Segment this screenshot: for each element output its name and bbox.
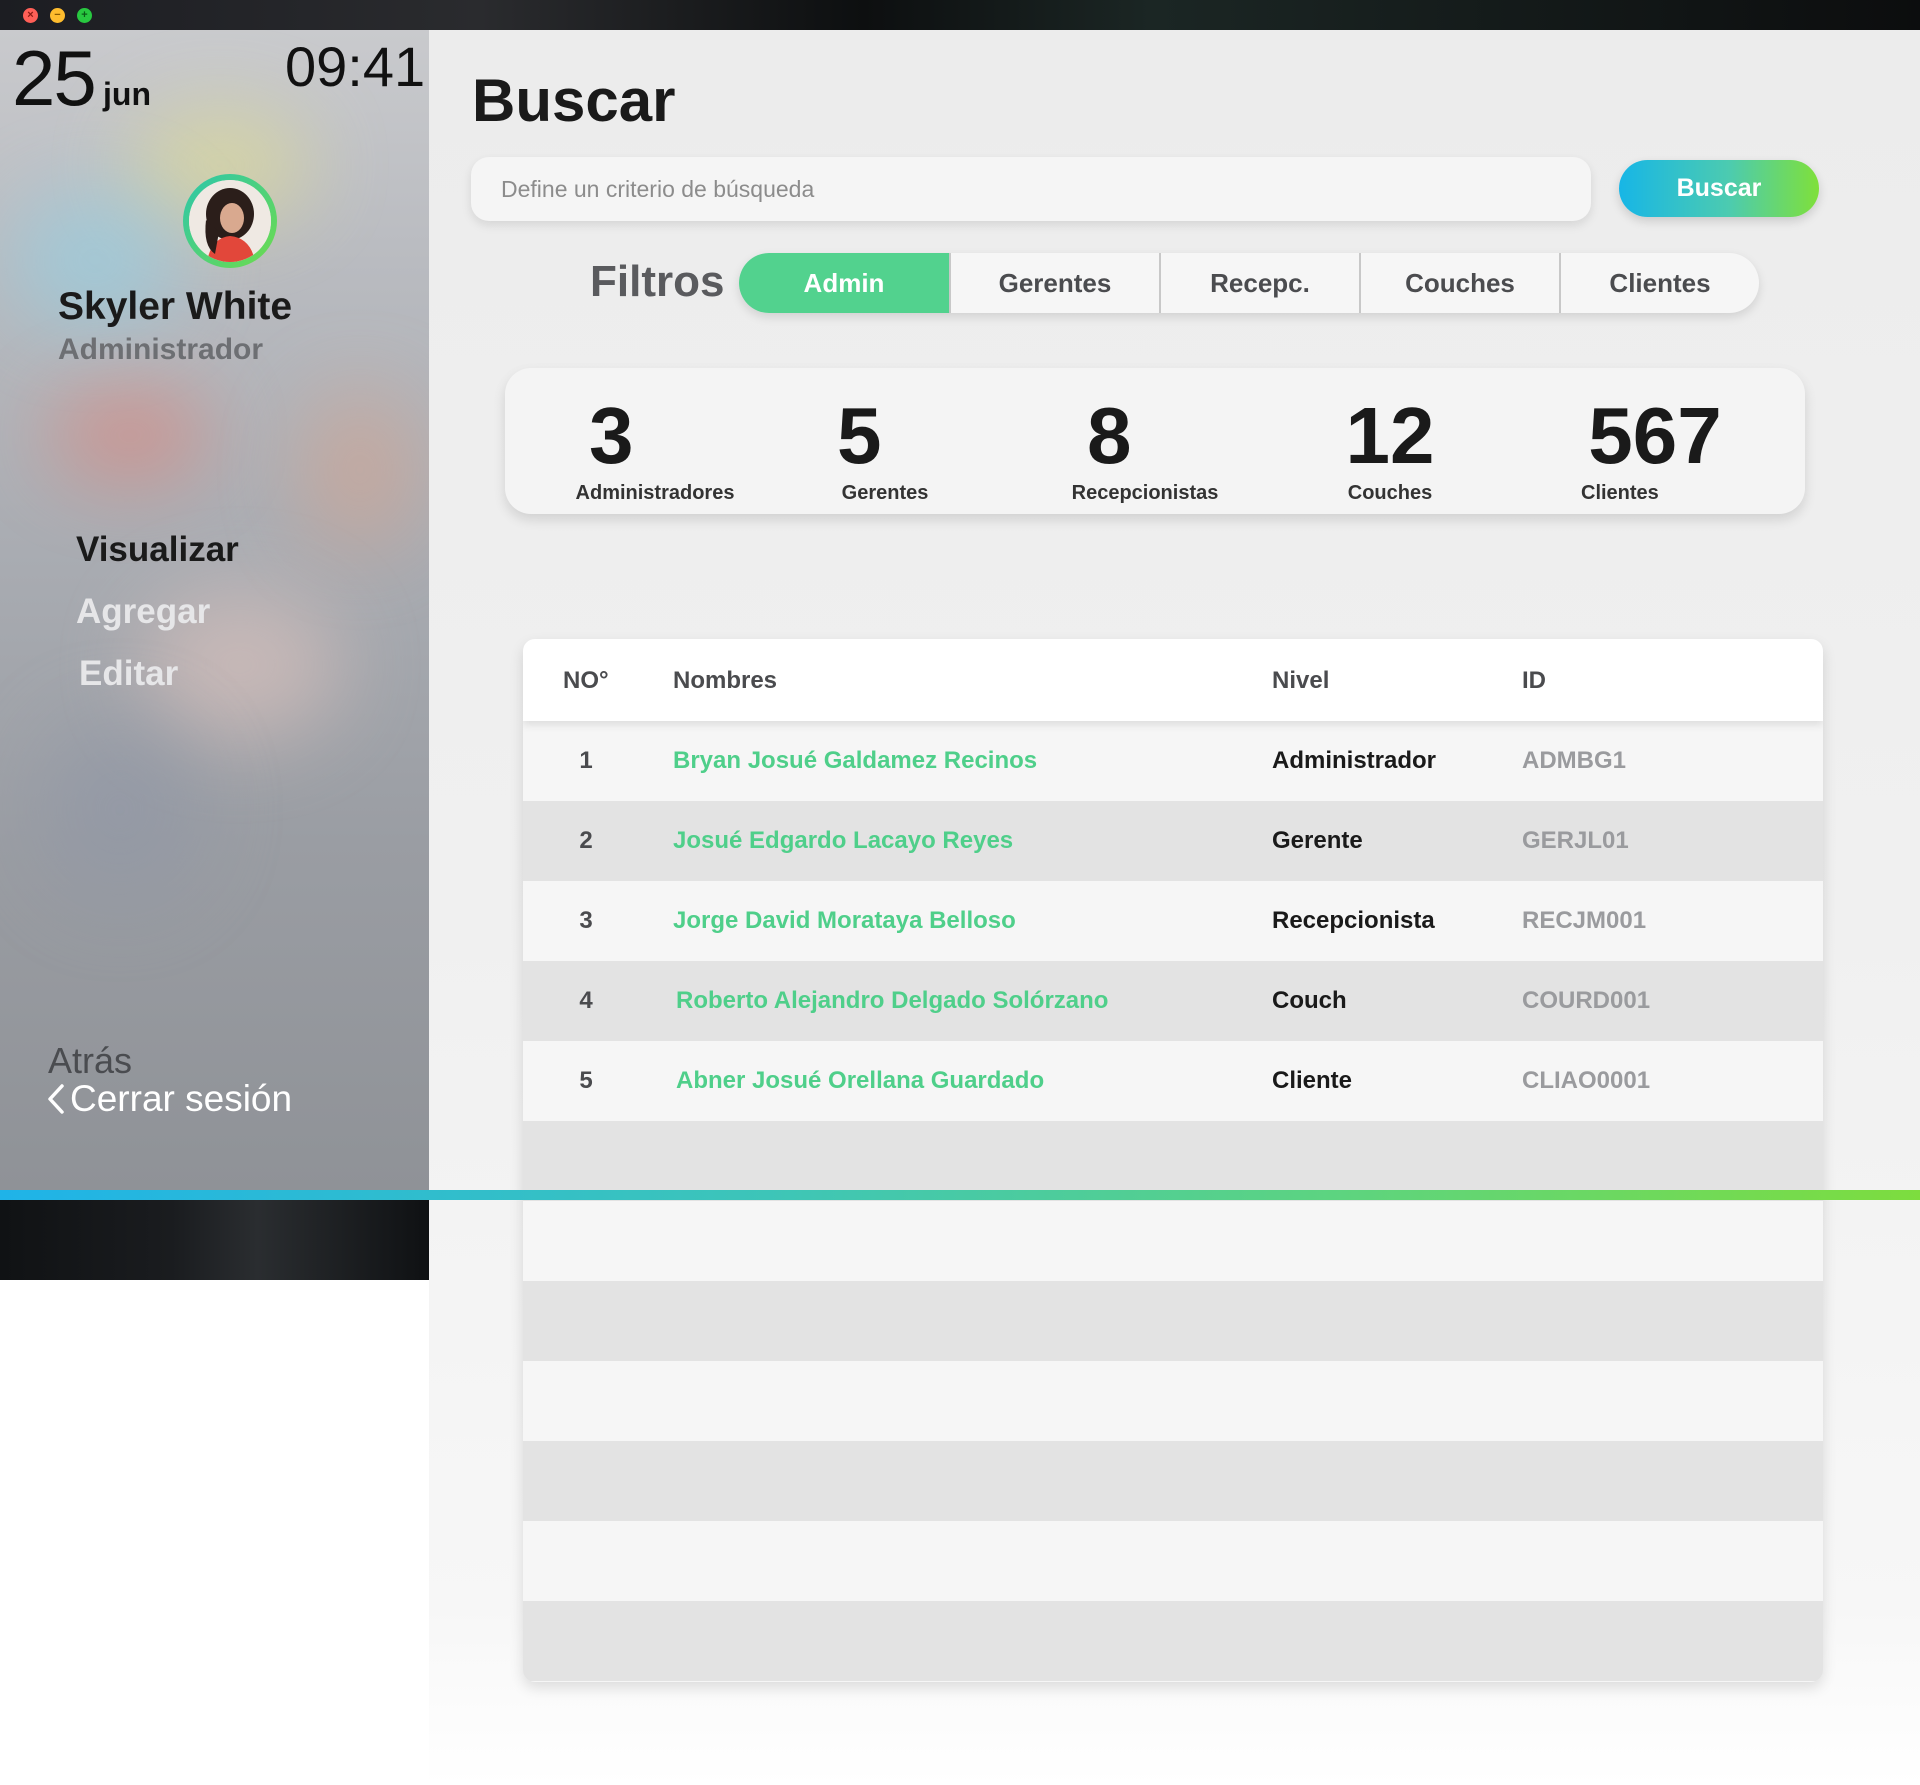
chevron-left-icon [48,1084,64,1114]
logout-button[interactable]: Cerrar sesión [46,1078,292,1120]
page-title: Buscar [472,67,676,134]
cell-level: Cliente [1272,1067,1353,1094]
stats-card: 3 Administradores 5 Gerentes 8 Recepcion… [505,368,1805,514]
empty-table-row [523,1121,1823,1201]
empty-table-row [523,1521,1823,1601]
stat-value: 8 [1087,391,1132,480]
avatar [189,180,271,262]
maximize-icon: + [81,9,88,21]
filter-tab-couches[interactable]: Couches [1359,253,1559,313]
stat-value: 567 [1588,391,1722,480]
stat-label: Gerentes [841,482,929,504]
avatar-ring[interactable] [183,174,277,268]
filter-tab-recepc[interactable]: Recepc. [1159,253,1359,313]
table-row[interactable]: 3 Jorge David Morataya Belloso Recepcion… [523,881,1823,961]
stat-gerentes: 5 Gerentes [815,368,955,505]
cell-name-link[interactable]: Josué Edgardo Lacayo Reyes [673,827,1013,855]
search-button[interactable]: Buscar [1619,160,1819,217]
cell-name-link[interactable]: Roberto Alejandro Delgado Solórzano [676,987,1108,1015]
stat-value: 5 [837,391,882,480]
stat-recepcionistas: 8 Recepcionistas [1065,368,1225,505]
cell-id: COURD001 [1522,987,1651,1014]
stat-label: Clientes [1581,482,1659,504]
cell-no: 2 [579,827,593,854]
stat-value: 12 [1345,391,1435,480]
cell-name-link[interactable]: Abner Josué Orellana Guardado [676,1067,1044,1095]
stat-couches: 12 Couches [1315,368,1465,505]
cell-id: GERJL01 [1522,827,1629,854]
table-row[interactable]: 5 Abner Josué Orellana Guardado Cliente … [523,1041,1823,1121]
sidebar: 25 jun 09:41 Skyler White Administrador … [0,30,429,1190]
stat-label: Administradores [575,482,735,504]
stat-administradores: 3 Administradores [565,368,745,505]
logout-label: Cerrar sesión [70,1078,293,1119]
column-header-no[interactable]: NO° [563,667,609,695]
nav-item-visualizar[interactable]: Visualizar [76,530,239,570]
cell-level: Couch [1272,987,1347,1014]
table-row[interactable]: 2 Josué Edgardo Lacayo Reyes Gerente GER… [523,801,1823,881]
user-role: Administrador [58,333,264,366]
date-day: 25 [12,34,97,122]
column-header-id[interactable]: ID [1522,667,1546,695]
filter-tab-gerentes[interactable]: Gerentes [949,253,1159,313]
cell-id: RECJM001 [1522,907,1647,934]
sidebar-footer-strip [0,1200,429,1280]
minimize-icon: − [54,9,61,21]
user-name: Skyler White [58,285,293,328]
background-blur-blob [40,720,200,900]
cell-id: CLIAO0001 [1522,1067,1651,1094]
cell-level: Recepcionista [1272,907,1435,934]
filter-tab-admin[interactable]: Admin [739,253,949,313]
window-minimize-button[interactable]: − [50,8,65,23]
table-row[interactable]: 1 Bryan Josué Galdamez Recinos Administr… [523,721,1823,801]
stat-label: Couches [1347,482,1433,504]
column-header-nivel[interactable]: Nivel [1272,667,1329,695]
cell-id: ADMBG1 [1522,747,1627,774]
window-close-button[interactable]: × [23,8,38,23]
window-titlebar: × − + [0,0,1920,30]
stat-value: 3 [589,391,634,480]
filter-segmented-control: Admin Gerentes Recepc. Couches Clientes [739,253,1759,313]
cell-level: Gerente [1272,827,1363,854]
users-table: NO° Nombres Nivel ID 1 Bryan Josué Galda… [523,639,1823,1682]
cell-no: 3 [579,907,593,934]
empty-table-row [523,1601,1823,1681]
search-input[interactable] [471,157,1591,221]
empty-table-row [523,1441,1823,1521]
background-blur-blob [50,390,210,480]
filters-label: Filtros [590,257,725,306]
cell-name-link[interactable]: Bryan Josué Galdamez Recinos [673,747,1037,775]
stat-label: Recepcionistas [1071,482,1219,504]
avatar-image [189,180,271,262]
empty-table-row [523,1361,1823,1441]
cell-no: 4 [579,987,593,1014]
gradient-divider [0,1190,1920,1200]
cell-name-link[interactable]: Jorge David Morataya Belloso [673,907,1016,935]
date-month: jun [103,76,151,112]
nav-item-editar[interactable]: Editar [79,654,178,694]
cell-no: 1 [579,747,593,774]
cell-no: 5 [579,1067,593,1094]
clock: 09:41 [285,35,426,98]
empty-table-row [523,1201,1823,1281]
close-icon: × [27,9,34,21]
table-header: NO° Nombres Nivel ID [523,639,1823,721]
nav-item-agregar[interactable]: Agregar [76,592,210,632]
window-maximize-button[interactable]: + [77,8,92,23]
background-blur-blob [300,390,420,550]
filter-tab-clientes[interactable]: Clientes [1559,253,1759,313]
back-label[interactable]: Atrás [48,1040,132,1082]
cell-level: Administrador [1272,747,1437,774]
table-row[interactable]: 4 Roberto Alejandro Delgado Solórzano Co… [523,961,1823,1041]
stat-clientes: 567 Clientes [1555,368,1755,505]
empty-table-row [523,1281,1823,1361]
column-header-nombres[interactable]: Nombres [673,667,777,695]
